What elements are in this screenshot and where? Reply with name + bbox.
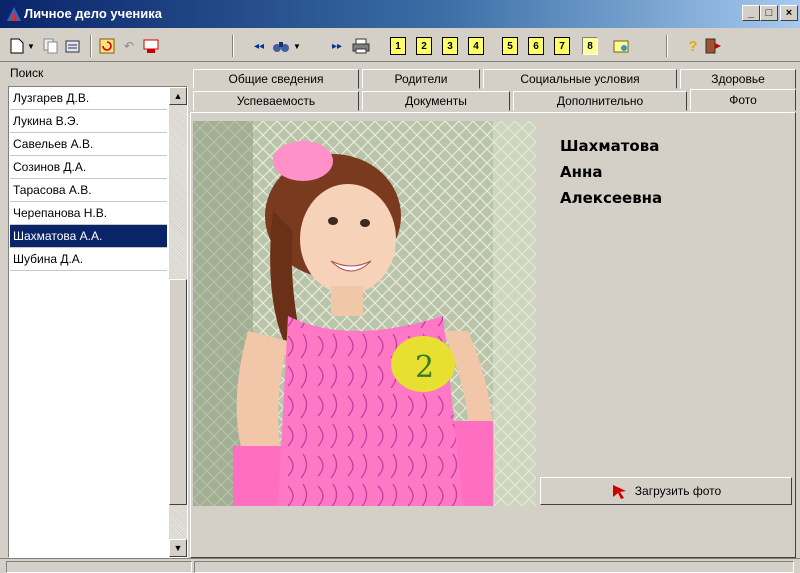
dropdown-icon[interactable]: ▼	[292, 37, 302, 55]
photo-badge-number: 2	[415, 350, 434, 385]
tab-label: Социальные условия	[520, 72, 640, 86]
tab-health[interactable]: Здоровье	[680, 69, 796, 89]
list-item[interactable]: Савельев А.В.	[10, 133, 167, 156]
binoculars-icon[interactable]	[272, 37, 290, 55]
section-8-button[interactable]: 8	[582, 37, 598, 55]
help-icon[interactable]: ?	[684, 37, 702, 55]
photo-image: 2	[193, 121, 536, 506]
arrow-down-icon: ▼	[173, 543, 183, 553]
list-item[interactable]: Тарасова А.В.	[10, 179, 167, 202]
section-5-button[interactable]: 5	[502, 37, 518, 55]
tab-label: Фото	[729, 93, 757, 107]
next-icon[interactable]: ▸▸	[328, 37, 346, 55]
section-7-button[interactable]: 7	[554, 37, 570, 55]
list-item[interactable]: Созинов Д.А.	[10, 156, 167, 179]
vertical-scrollbar[interactable]: ▲ ▼	[169, 87, 187, 557]
maximize-button[interactable]: □	[760, 5, 778, 21]
section-1-button[interactable]: 1	[390, 37, 406, 55]
section-6-button[interactable]: 6	[528, 37, 544, 55]
maximize-icon: □	[765, 6, 773, 19]
exit-icon[interactable]	[704, 37, 722, 55]
scroll-down-button[interactable]: ▼	[169, 539, 187, 557]
tab-grades[interactable]: Успеваемость	[193, 91, 359, 111]
close-button[interactable]: ×	[780, 5, 798, 21]
delete-icon[interactable]	[142, 37, 160, 55]
copy-icon[interactable]	[42, 37, 60, 55]
tab-label: Общие сведения	[228, 72, 324, 86]
prev-icon[interactable]: ◂◂	[250, 37, 268, 55]
scrollbar-thumb[interactable]	[169, 279, 187, 505]
section-4-button[interactable]: 4	[468, 37, 484, 55]
tab-documents[interactable]: Документы	[362, 91, 510, 111]
tab-general[interactable]: Общие сведения	[193, 69, 359, 89]
minimize-button[interactable]: _	[742, 5, 760, 21]
toolbar-separator	[666, 35, 668, 57]
tab-label: Документы	[405, 94, 467, 108]
app-window: Личное дело ученика _ □ × ▼ ↶ ◂◂ ▼ ▸▸ 1 …	[0, 0, 800, 573]
window-title: Личное дело ученика	[24, 6, 163, 21]
search-label: Поиск	[10, 66, 44, 80]
arrow-up-icon: ▲	[173, 91, 183, 101]
list-item[interactable]: Шубина Д.А.	[10, 248, 167, 271]
status-panel-right	[194, 561, 794, 573]
student-list[interactable]: Лузгарев Д.В. Лукина В.Э. Савельев А.В. Соз…	[8, 86, 188, 558]
upload-photo-label: Загрузить фото	[634, 484, 722, 498]
window-controls: _ □ ×	[742, 5, 798, 21]
student-photo: 2	[193, 121, 536, 506]
title-bar[interactable]: Личное дело ученика _ □ ×	[0, 0, 800, 28]
student-first-name: Анна	[560, 163, 603, 181]
upload-photo-button[interactable]: Загрузить фото	[540, 477, 792, 505]
tab-parents[interactable]: Родители	[362, 69, 480, 89]
archive-icon[interactable]	[612, 37, 630, 55]
new-doc-icon[interactable]	[8, 37, 26, 55]
list-item[interactable]: Шахматова А.А.	[10, 225, 167, 248]
section-2-button[interactable]: 2	[416, 37, 432, 55]
list-item[interactable]: Лузгарев Д.В.	[10, 87, 167, 110]
undo-icon[interactable]: ↶	[120, 37, 138, 55]
section-3-button[interactable]: 3	[442, 37, 458, 55]
minimize-icon: _	[747, 6, 755, 19]
close-icon: ×	[785, 6, 793, 19]
tab-label: Дополнительно	[556, 94, 644, 108]
status-panel-left	[6, 561, 192, 573]
cursor-arrow-icon	[612, 485, 626, 499]
list-item[interactable]: Лукина В.Э.	[10, 110, 167, 133]
toolbar-separator	[232, 35, 234, 57]
tab-social[interactable]: Социальные условия	[483, 69, 677, 89]
status-bar	[0, 558, 800, 573]
tab-label: Успеваемость	[236, 94, 316, 108]
tab-label: Здоровье	[711, 72, 765, 86]
student-patronymic: Алексеевна	[560, 189, 663, 207]
dropdown-icon[interactable]: ▼	[26, 37, 36, 55]
print-icon[interactable]	[352, 37, 370, 55]
scroll-up-button[interactable]: ▲	[169, 87, 187, 105]
edit-icon[interactable]	[64, 37, 82, 55]
app-icon	[7, 7, 21, 21]
list-item[interactable]: Черепанова Н.В.	[10, 202, 167, 225]
student-surname: Шахматова	[560, 137, 660, 155]
toolbar-separator	[90, 35, 92, 57]
tab-photo[interactable]: Фото	[690, 89, 796, 111]
refresh-icon[interactable]	[98, 37, 116, 55]
tab-label: Родители	[394, 72, 448, 86]
tab-additional[interactable]: Дополнительно	[513, 91, 687, 111]
toolbar: ▼ ↶ ◂◂ ▼ ▸▸ 12345678 ?	[0, 28, 800, 62]
